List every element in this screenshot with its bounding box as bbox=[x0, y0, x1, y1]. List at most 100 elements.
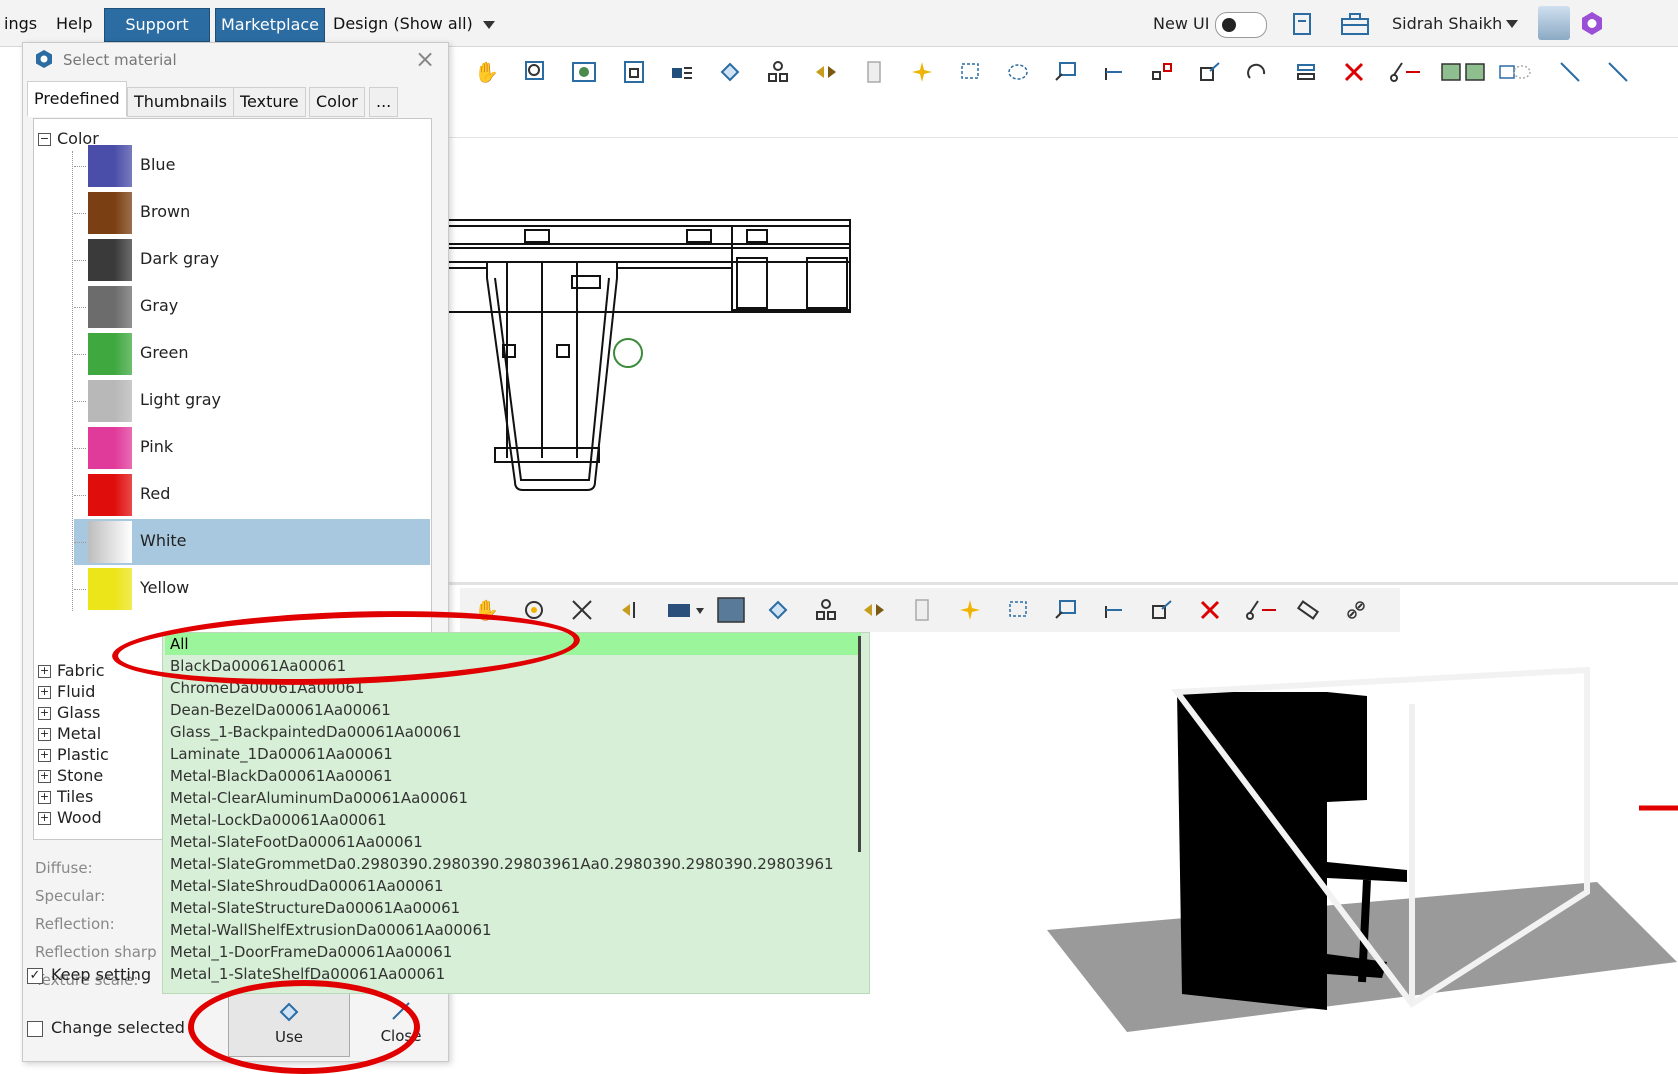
camera-icon[interactable] bbox=[666, 598, 706, 622]
keep-settings-checkbox[interactable]: ✓ Keep setting bbox=[27, 965, 151, 984]
menu-settings[interactable]: ings bbox=[4, 10, 37, 38]
tab-texture[interactable]: Texture bbox=[233, 87, 306, 117]
view-splitter[interactable] bbox=[447, 582, 1678, 585]
expand-icon[interactable]: + bbox=[38, 686, 51, 699]
list-item[interactable]: Metal-BlackDa00061Aa00061 bbox=[170, 765, 393, 787]
annotation-icon[interactable] bbox=[1054, 60, 1078, 84]
user-menu-chevron-icon[interactable] bbox=[1506, 20, 1518, 28]
list-item[interactable]: Metal-SlateStructureDa00061Aa00061 bbox=[170, 897, 460, 919]
tab-thumbnails[interactable]: Thumbnails bbox=[127, 87, 234, 117]
select-area-icon[interactable] bbox=[1006, 598, 1030, 622]
components-icon[interactable] bbox=[766, 60, 790, 84]
close-icon[interactable]: × bbox=[415, 45, 435, 73]
paint-bucket-icon[interactable] bbox=[718, 60, 742, 84]
material-dropdown-list[interactable]: All BlackDa00061Aa00061 ChromeDa00061Aa0… bbox=[162, 632, 870, 994]
zoom-page-icon[interactable] bbox=[622, 60, 646, 84]
tab-more[interactable]: ... bbox=[369, 87, 399, 117]
dimension-icon[interactable] bbox=[1102, 598, 1126, 622]
design-dropdown[interactable]: Design (Show all) bbox=[333, 10, 495, 38]
expand-icon[interactable]: + bbox=[38, 665, 51, 678]
scale-icon[interactable] bbox=[1198, 60, 1222, 84]
connect-icon[interactable] bbox=[1150, 60, 1174, 84]
list-item[interactable]: Dean-BezelDa00061Aa00061 bbox=[170, 699, 391, 721]
align-icon[interactable] bbox=[1294, 60, 1318, 84]
collapse-icon[interactable]: − bbox=[38, 133, 51, 146]
tab-color[interactable]: Color bbox=[309, 87, 365, 117]
rotate-icon[interactable] bbox=[1246, 60, 1270, 84]
checkbox-icon[interactable] bbox=[27, 1020, 43, 1037]
checkmark-icon[interactable]: ✓ bbox=[27, 967, 43, 984]
menu-help[interactable]: Help bbox=[56, 10, 92, 38]
dropdown-scrollbar[interactable] bbox=[858, 636, 861, 852]
expand-icon[interactable]: + bbox=[38, 728, 51, 741]
list-item[interactable]: Metal-ClearAluminumDa00061Aa00061 bbox=[170, 787, 468, 809]
list-item[interactable]: Metal-LockDa00061Aa00061 bbox=[170, 809, 387, 831]
render-film-icon[interactable] bbox=[716, 596, 746, 624]
tree-node-stone[interactable]: + Stone bbox=[38, 766, 103, 785]
marketplace-button[interactable]: Marketplace bbox=[215, 8, 325, 42]
document-icon[interactable] bbox=[1292, 12, 1312, 36]
color-item[interactable]: Gray bbox=[74, 284, 430, 330]
lasso-select-icon[interactable] bbox=[1006, 60, 1030, 84]
list-item[interactable]: Metal-SlateFootDa00061Aa00061 bbox=[170, 831, 423, 853]
expand-icon[interactable]: + bbox=[38, 812, 51, 825]
list-item[interactable]: Metal-WallShelfExtrusionDa00061Aa00061 bbox=[170, 919, 492, 941]
tree-node-plastic[interactable]: + Plastic bbox=[38, 745, 109, 764]
delete-icon[interactable] bbox=[1198, 598, 1222, 622]
hexagon-logo-icon[interactable] bbox=[1580, 10, 1604, 36]
color-item[interactable]: Brown bbox=[74, 190, 430, 236]
walk-icon[interactable] bbox=[618, 598, 642, 622]
list-item[interactable]: Metal-SlateShroudDa00061Aa00061 bbox=[170, 875, 444, 897]
tree-node-tiles[interactable]: + Tiles bbox=[38, 787, 93, 806]
annotation-icon[interactable] bbox=[1054, 598, 1078, 622]
dimension-icon[interactable] bbox=[1102, 60, 1126, 84]
list-item[interactable]: Metal-SlateGrommetDa0.2980390.2980390.29… bbox=[170, 853, 834, 875]
user-name[interactable]: Sidrah Shaikh bbox=[1392, 10, 1502, 38]
scale-icon[interactable] bbox=[1150, 598, 1174, 622]
unlink-icon[interactable] bbox=[1344, 598, 1368, 622]
expand-icon[interactable]: + bbox=[38, 707, 51, 720]
briefcase-icon[interactable] bbox=[1340, 12, 1370, 36]
line-draw-2-icon[interactable] bbox=[1606, 60, 1630, 84]
zoom-window-icon[interactable] bbox=[524, 60, 548, 84]
select-area-icon[interactable] bbox=[958, 60, 982, 84]
delete-icon[interactable] bbox=[1342, 60, 1366, 84]
list-item[interactable]: Laminate_1Da00061Aa00061 bbox=[170, 743, 393, 765]
cut-move-icon[interactable] bbox=[1244, 598, 1280, 622]
color-item[interactable]: White bbox=[74, 519, 430, 565]
color-item[interactable]: Red bbox=[74, 472, 430, 518]
avatar[interactable] bbox=[1538, 6, 1570, 40]
measure-icon[interactable] bbox=[1296, 598, 1320, 622]
new-ui-toggle[interactable] bbox=[1215, 12, 1267, 38]
expand-icon[interactable]: + bbox=[38, 791, 51, 804]
color-item[interactable]: Blue bbox=[74, 143, 430, 189]
list-item[interactable]: Glass_1-BackpaintedDa00061Aa00061 bbox=[170, 721, 462, 743]
tree-node-glass[interactable]: + Glass bbox=[38, 703, 100, 722]
change-selected-checkbox[interactable]: Change selected bbox=[27, 1018, 185, 1037]
line-draw-icon[interactable] bbox=[1558, 60, 1582, 84]
zoom-extents-icon[interactable] bbox=[572, 60, 596, 84]
fit-view-icon[interactable] bbox=[570, 598, 594, 622]
panel-icon[interactable] bbox=[910, 598, 934, 622]
sparkle-insert-icon[interactable] bbox=[910, 60, 934, 84]
tree-node-wood[interactable]: + Wood bbox=[38, 808, 102, 827]
expand-icon[interactable]: + bbox=[38, 749, 51, 762]
color-item[interactable]: Green bbox=[74, 331, 430, 377]
paint-bucket-icon[interactable] bbox=[766, 598, 790, 622]
pan-hand-icon[interactable]: ✋ bbox=[474, 60, 499, 84]
expand-icon[interactable]: + bbox=[38, 770, 51, 783]
tree-node-fluid[interactable]: + Fluid bbox=[38, 682, 95, 701]
color-item[interactable]: Yellow bbox=[74, 566, 430, 612]
mirror-icon[interactable] bbox=[862, 598, 886, 622]
cut-move-icon[interactable] bbox=[1388, 60, 1424, 84]
tree-node-metal[interactable]: + Metal bbox=[38, 724, 101, 743]
list-item[interactable]: Metal_1-DoorFrameDa00061Aa00061 bbox=[170, 941, 452, 963]
color-item[interactable]: Light gray bbox=[74, 378, 430, 424]
components-icon[interactable] bbox=[814, 598, 838, 622]
mirror-icon[interactable] bbox=[814, 60, 838, 84]
sparkle-insert-icon[interactable] bbox=[958, 598, 982, 622]
layers-icon[interactable] bbox=[670, 60, 694, 84]
tab-predefined[interactable]: Predefined bbox=[27, 81, 127, 117]
ungroup-icon[interactable] bbox=[1498, 60, 1534, 84]
color-item[interactable]: Dark gray bbox=[74, 237, 430, 283]
